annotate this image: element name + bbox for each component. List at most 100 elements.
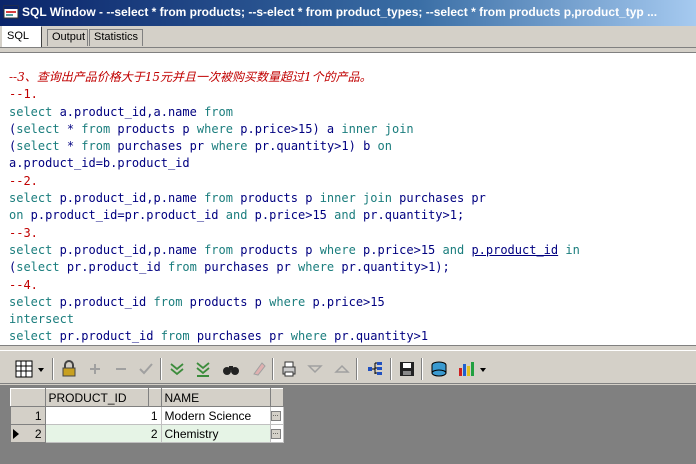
row-number-text: 2 (34, 426, 42, 441)
code-token: from (204, 191, 233, 206)
tab-sql[interactable]: SQL (2, 26, 42, 47)
code-token: on (377, 139, 392, 154)
cell-ellipsis-button[interactable]: ... (270, 406, 284, 425)
code-token: where (196, 121, 234, 136)
chart-icon[interactable] (457, 360, 475, 378)
code-line[interactable]: a.product_id=b.product_id (9, 155, 580, 172)
fetch-next-icon[interactable] (168, 360, 186, 378)
code-token: p.product_id (471, 242, 559, 257)
code-token: pr.quantity>1; (355, 208, 465, 223)
sql-code[interactable]: --3、查询出产品价格大于15元并且一次被购买数量超过1个的产品。 --1. sel… (9, 69, 580, 345)
code-token: pr.product_id (52, 329, 161, 344)
table-row[interactable]: 1 1 Modern Science ... (10, 406, 284, 425)
cell-ellipsis-button[interactable]: ... (270, 424, 284, 443)
column-header-spacer (269, 388, 284, 407)
code-token: --3、查询出产品价格大于15元并且一次被购买数量超过1个的产品。 (9, 70, 372, 84)
grid-icon[interactable] (15, 360, 33, 378)
code-line[interactable]: select pr.product_id from purchases pr w… (9, 328, 580, 345)
code-token: select (9, 329, 53, 344)
arrow-down-icon[interactable] (306, 360, 324, 378)
chevron-down-icon[interactable] (36, 360, 46, 378)
print-icon[interactable] (280, 360, 298, 378)
tab-output[interactable]: Output (47, 29, 88, 46)
cell-name[interactable]: Modern Science (161, 406, 271, 425)
toolbar-separator (390, 358, 392, 380)
fetch-last-icon[interactable] (194, 360, 212, 378)
remove-icon[interactable] (112, 360, 130, 378)
code-line[interactable]: select p.product_id,p.name from products… (9, 190, 580, 207)
code-line[interactable]: on p.product_id=pr.product_id and p.pric… (9, 207, 580, 224)
row-number[interactable]: 1 (10, 406, 46, 425)
code-token: where (269, 294, 306, 309)
code-token: from (167, 260, 197, 275)
code-token: p.price>15 (355, 242, 443, 257)
chevron-down-icon[interactable] (478, 360, 488, 378)
code-token: --2. (9, 173, 38, 188)
code-token: purchases pr (391, 191, 486, 206)
code-line[interactable]: (select * from products p where p.price>… (9, 121, 580, 138)
sql-editor[interactable]: --3、查询出产品价格大于15元并且一次被购买数量超过1个的产品。 --1. sel… (0, 52, 696, 345)
clear-icon[interactable] (250, 360, 268, 378)
tree-icon[interactable] (366, 360, 384, 378)
code-line[interactable]: (select pr.product_id from purchases pr … (9, 259, 580, 276)
code-token: from (153, 294, 183, 309)
code-token: purchases pr (196, 260, 299, 275)
column-header-name[interactable]: NAME (160, 388, 271, 407)
code-line[interactable]: --3、查询出产品价格大于15元并且一次被购买数量超过1个的产品。 (9, 69, 580, 86)
code-token: pr.quantity>1 (326, 329, 429, 344)
find-icon[interactable] (222, 360, 240, 378)
check-icon[interactable] (137, 360, 155, 378)
tab-strip: SQL Output Statistics (0, 26, 696, 48)
code-line[interactable]: select p.product_id,p.name from products… (9, 242, 580, 259)
code-token: products p (232, 191, 320, 206)
export-icon[interactable] (430, 360, 448, 378)
code-line[interactable]: --1. (9, 86, 580, 103)
code-line[interactable]: --3. (9, 225, 580, 242)
code-line[interactable]: --2. (9, 173, 580, 190)
code-token: p.product_id (52, 294, 154, 309)
toolbar-separator (272, 358, 274, 380)
table-row[interactable]: 2 2 Chemistry ... (10, 424, 284, 443)
tab-statistics[interactable]: Statistics (89, 29, 143, 46)
ellipsis-icon[interactable]: ... (270, 429, 281, 440)
code-token: * (59, 139, 82, 154)
code-token: from (204, 104, 233, 119)
results-grid: PRODUCT_ID NAME 1 1 Modern Science ... 2… (0, 385, 696, 464)
code-token: select (9, 242, 53, 257)
save-icon[interactable] (398, 360, 416, 378)
pane-splitter[interactable] (0, 345, 696, 351)
code-token: where (290, 329, 327, 344)
lock-icon[interactable] (60, 360, 78, 378)
code-token: products p (232, 242, 320, 257)
toolbar-separator (421, 358, 423, 380)
code-line[interactable]: --4. (9, 277, 580, 294)
code-token: p.price>15) a (233, 121, 342, 136)
code-token: p.product_id=pr.product_id (23, 208, 226, 223)
code-token: inner join (319, 191, 392, 206)
code-token: select (16, 139, 60, 154)
ellipsis-icon[interactable]: ... (270, 411, 281, 422)
cell-product-id[interactable]: 1 (45, 406, 162, 425)
code-token: and (334, 208, 356, 223)
code-token: where (319, 242, 356, 257)
code-token: products p (110, 121, 197, 136)
code-line[interactable]: select a.product_id,a.name from (9, 104, 580, 121)
arrow-up-icon[interactable] (333, 360, 351, 378)
code-line[interactable]: intersect (9, 311, 580, 328)
toolbar-separator (356, 358, 358, 380)
code-token: a.product_id=b.product_id (9, 156, 190, 171)
column-header-product-id[interactable]: PRODUCT_ID (44, 388, 149, 407)
code-line[interactable]: select p.product_id from products p wher… (9, 294, 580, 311)
code-token: purchases pr (189, 329, 291, 344)
cell-name[interactable]: Chemistry (161, 424, 271, 443)
code-token: select (9, 294, 53, 309)
results-table: PRODUCT_ID NAME 1 1 Modern Science ... 2… (10, 388, 284, 443)
code-token: select (16, 121, 60, 136)
window-title: SQL Window - --select * from products; -… (22, 5, 658, 19)
add-icon[interactable] (86, 360, 104, 378)
row-number[interactable]: 2 (10, 424, 46, 443)
cell-product-id[interactable]: 2 (45, 424, 162, 443)
code-token: from (81, 121, 111, 136)
code-line[interactable]: (select * from purchases pr where pr.qua… (9, 138, 580, 155)
code-token: p.product_id,p.name (52, 191, 205, 206)
